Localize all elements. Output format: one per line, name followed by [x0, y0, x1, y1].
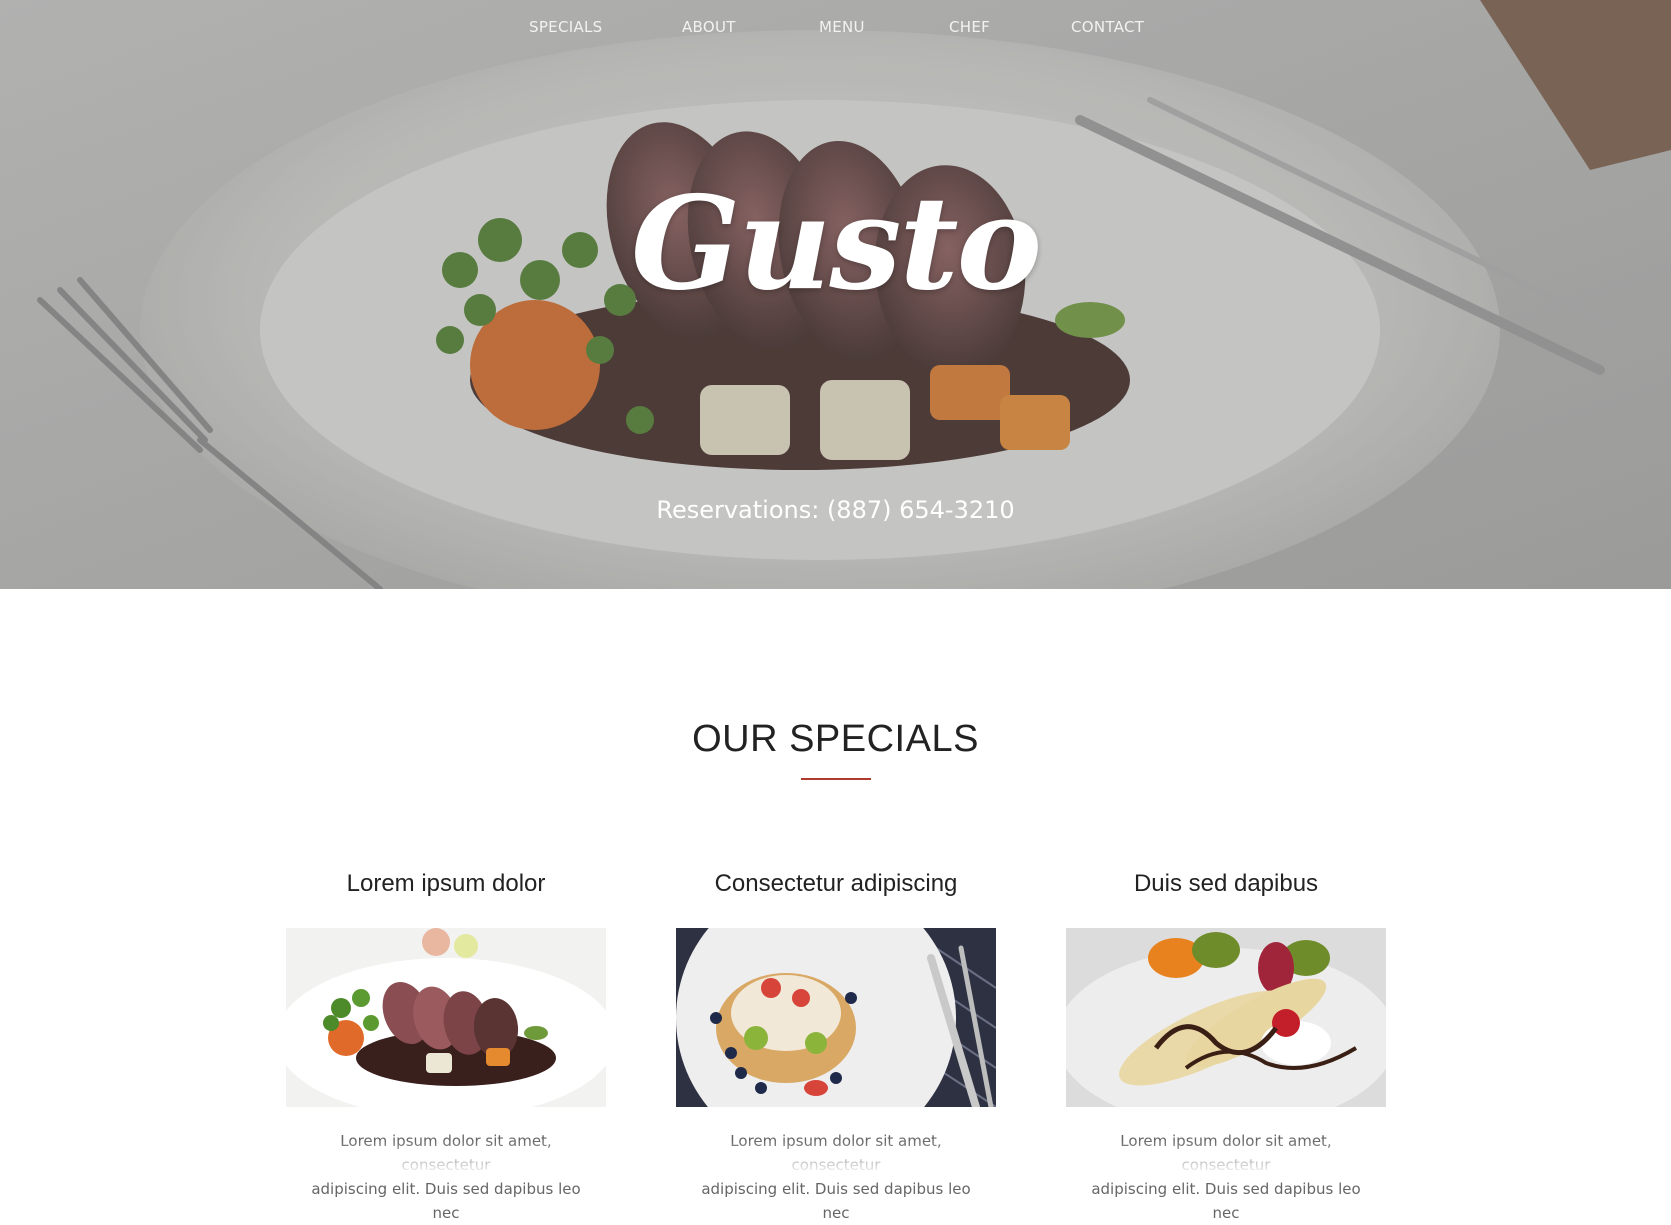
nav-chef[interactable]: CHEF [949, 18, 990, 36]
hero-section: SPECIALS ABOUT MENU CHEF CONTACT Gusto R… [0, 0, 1671, 589]
pancakes-fruit-photo [676, 928, 996, 1107]
nav-contact[interactable]: CONTACT [1071, 18, 1144, 36]
title-underline [801, 778, 871, 780]
nav-specials[interactable]: SPECIALS [529, 18, 602, 36]
special-card-title: Duis sed dapibus [1133, 870, 1319, 897]
main-nav: SPECIALS ABOUT MENU CHEF CONTACT [0, 18, 1671, 42]
special-card-title: Consectetur adipiscing [714, 870, 958, 897]
brand-logo: Gusto [631, 169, 1042, 319]
nav-menu[interactable]: MENU [819, 18, 865, 36]
bottom-fade [0, 1140, 1671, 1172]
banana-dessert-photo [1066, 928, 1386, 1107]
special-card-title: Lorem ipsum dolor [346, 870, 546, 897]
reservations-phone: Reservations: (887) 654-3210 [656, 496, 1015, 524]
steak-plate-photo [286, 928, 606, 1107]
specials-title: OUR SPECIALS [692, 718, 979, 760]
nav-about[interactable]: ABOUT [682, 18, 736, 36]
